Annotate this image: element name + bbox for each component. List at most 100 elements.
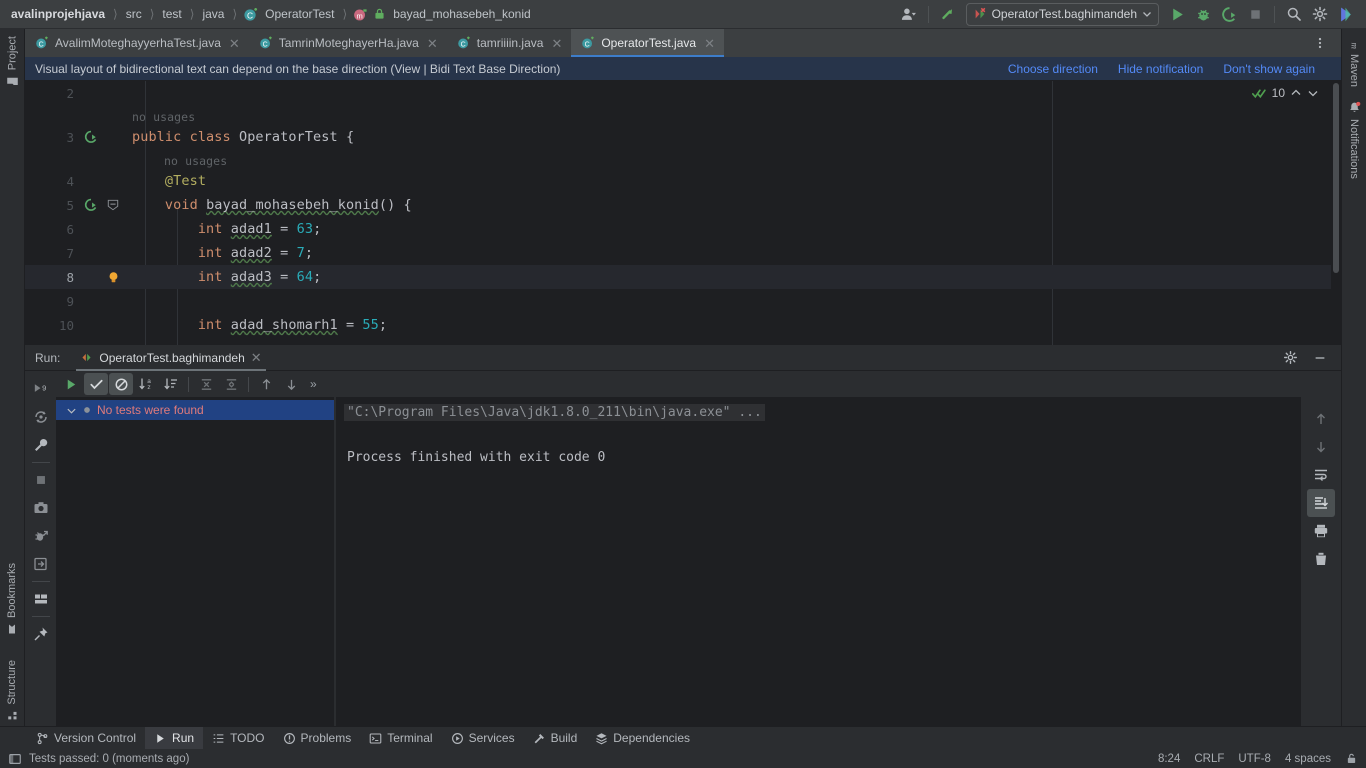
breadcrumb-item-method[interactable]: bayad_mohasebeh_konid — [391, 7, 532, 21]
hide-ignored-icon[interactable] — [109, 373, 133, 395]
debug-button[interactable] — [1190, 2, 1216, 26]
clear-all-icon[interactable] — [1307, 545, 1335, 573]
stop-icon[interactable] — [27, 466, 55, 494]
minimize-icon[interactable] — [1307, 346, 1333, 370]
close-icon[interactable]: ✕ — [427, 37, 438, 50]
hide-notification-link[interactable]: Hide notification — [1118, 62, 1203, 76]
code-editor[interactable]: 2 no usages 3 public class OperatorTest … — [25, 81, 1341, 345]
wrench-icon[interactable] — [27, 431, 55, 459]
bottom-item-run[interactable]: Run — [145, 726, 204, 750]
layout-icon[interactable] — [27, 585, 55, 613]
code-line[interactable]: 10 int adad_shomarh1 = 55; — [25, 313, 1341, 337]
breadcrumb-item-java[interactable]: java — [200, 7, 226, 21]
account-icon[interactable] — [896, 2, 922, 26]
rerun-tests-icon[interactable] — [59, 373, 83, 395]
sidebar-item-maven[interactable]: m Maven — [1348, 29, 1361, 94]
updates-arrow-icon[interactable] — [935, 2, 961, 26]
code-line[interactable]: 4 @Test — [25, 169, 1341, 193]
status-message[interactable]: Tests passed: 0 (moments ago) — [29, 753, 189, 765]
editor-tab-tamrin[interactable]: C TamrinMoteghayerHa.java ✕ — [249, 29, 447, 57]
breadcrumb-item-test[interactable]: test — [160, 7, 183, 21]
intention-bulb-icon[interactable] — [102, 270, 124, 285]
choose-direction-link[interactable]: Choose direction — [1008, 62, 1098, 76]
bottom-item-dependencies[interactable]: Dependencies — [586, 727, 699, 750]
close-icon[interactable]: ✕ — [551, 37, 562, 50]
editor-tab-operatortest[interactable]: C OperatorTest.java ✕ — [571, 29, 724, 57]
breadcrumb-item-class[interactable]: OperatorTest — [263, 7, 336, 21]
bottom-item-services[interactable]: Services — [442, 727, 524, 750]
tool-window-toggle-icon[interactable] — [8, 752, 22, 766]
import-tests-icon[interactable] — [27, 550, 55, 578]
collapse-all-icon[interactable] — [219, 373, 243, 395]
editor-scrollbar[interactable] — [1331, 81, 1341, 345]
dont-show-again-link[interactable]: Don't show again — [1223, 62, 1315, 76]
close-icon[interactable]: ✕ — [229, 37, 240, 50]
run-test-icon[interactable] — [80, 198, 102, 212]
pin-icon[interactable] — [27, 620, 55, 648]
run-button[interactable] — [1164, 2, 1190, 26]
toolbar-overflow-button[interactable]: » — [304, 377, 323, 391]
previous-failed-icon[interactable] — [254, 373, 278, 395]
next-failed-icon[interactable] — [279, 373, 303, 395]
code-line[interactable]: 3 public class OperatorTest { — [25, 125, 1341, 149]
run-session-tab[interactable]: OperatorTest.baghimandeh ✕ — [72, 345, 269, 371]
chevron-down-icon[interactable] — [1307, 87, 1319, 99]
scroll-down-icon[interactable] — [1307, 433, 1335, 461]
fold-collapse-icon[interactable] — [102, 199, 124, 211]
run-configuration-selector[interactable]: OperatorTest.baghimandeh — [965, 2, 1159, 26]
bottom-item-problems[interactable]: Problems — [274, 727, 361, 750]
sidebar-item-bookmarks[interactable]: Bookmarks — [6, 556, 18, 642]
caret-position[interactable]: 8:24 — [1158, 753, 1180, 765]
print-icon[interactable] — [1307, 517, 1335, 545]
editor-scrollbar-thumb[interactable] — [1333, 83, 1339, 273]
code-line[interactable]: 6 int adad1 = 63; — [25, 217, 1341, 241]
test-tree-row[interactable]: No tests were found — [56, 400, 334, 420]
inlay-hint-no-usages[interactable]: no usages — [124, 110, 195, 124]
chevron-up-icon[interactable] — [1290, 87, 1302, 99]
chevron-down-icon[interactable] — [66, 405, 77, 416]
scroll-to-end-icon[interactable] — [1307, 489, 1335, 517]
rerun-icon[interactable]: 9 — [27, 375, 55, 403]
test-results-tree[interactable]: No tests were found — [56, 397, 334, 726]
breadcrumb-item-src[interactable]: src — [124, 7, 144, 21]
code-line[interactable]: 2 — [25, 81, 1341, 105]
screenshot-icon[interactable] — [27, 494, 55, 522]
run-console[interactable]: "C:\Program Files\Java\jdk1.8.0_211\bin\… — [336, 397, 1300, 726]
code-line[interactable]: 5 void bayad_mohasebeh_konid() { — [25, 193, 1341, 217]
show-passed-icon[interactable] — [84, 373, 108, 395]
sort-by-duration-icon[interactable] — [159, 373, 183, 395]
indent-setting[interactable]: 4 spaces — [1285, 753, 1331, 765]
gear-icon[interactable] — [1307, 2, 1333, 26]
sidebar-item-structure[interactable]: Structure — [6, 642, 18, 729]
run-test-icon[interactable] — [80, 130, 102, 144]
line-separator[interactable]: CRLF — [1194, 753, 1224, 765]
ai-assistant-icon[interactable] — [1333, 2, 1359, 26]
close-icon[interactable]: ✕ — [251, 350, 262, 366]
file-encoding[interactable]: UTF-8 — [1238, 753, 1271, 765]
bottom-item-version-control[interactable]: Version Control — [27, 727, 145, 750]
sidebar-item-notifications[interactable]: Notifications — [1348, 94, 1361, 186]
code-line[interactable]: 7 int adad2 = 7; — [25, 241, 1341, 265]
more-vertical-icon[interactable] — [1307, 31, 1333, 55]
bottom-item-terminal[interactable]: Terminal — [360, 727, 441, 750]
code-line[interactable]: 9 — [25, 289, 1341, 313]
run-with-coverage-button[interactable] — [1216, 2, 1242, 26]
inspection-widget[interactable]: 10 — [1251, 86, 1319, 100]
lock-icon[interactable] — [1345, 752, 1358, 765]
bottom-item-build[interactable]: Build — [524, 727, 587, 750]
gear-icon[interactable] — [1277, 346, 1303, 370]
breadcrumb-item-project[interactable]: avalinprojehjava — [9, 7, 107, 21]
code-line-current[interactable]: 8 int adad3 = 64; — [25, 265, 1341, 289]
bottom-item-todo[interactable]: TODO — [203, 727, 273, 750]
inlay-hint-no-usages[interactable]: no usages — [124, 154, 227, 168]
debug-detach-icon[interactable] — [27, 522, 55, 550]
rerun-failed-icon[interactable] — [27, 403, 55, 431]
editor-tab-tamriiiin[interactable]: C tamriiiin.java ✕ — [447, 29, 572, 57]
sort-alphabetically-icon[interactable]: a z — [134, 373, 158, 395]
search-icon[interactable] — [1281, 2, 1307, 26]
stop-button[interactable] — [1242, 2, 1268, 26]
soft-wrap-icon[interactable] — [1307, 461, 1335, 489]
editor-tab-avalim[interactable]: C AvalimMoteghayyerhaTest.java ✕ — [25, 29, 249, 57]
expand-all-icon[interactable] — [194, 373, 218, 395]
close-icon[interactable]: ✕ — [704, 37, 715, 50]
